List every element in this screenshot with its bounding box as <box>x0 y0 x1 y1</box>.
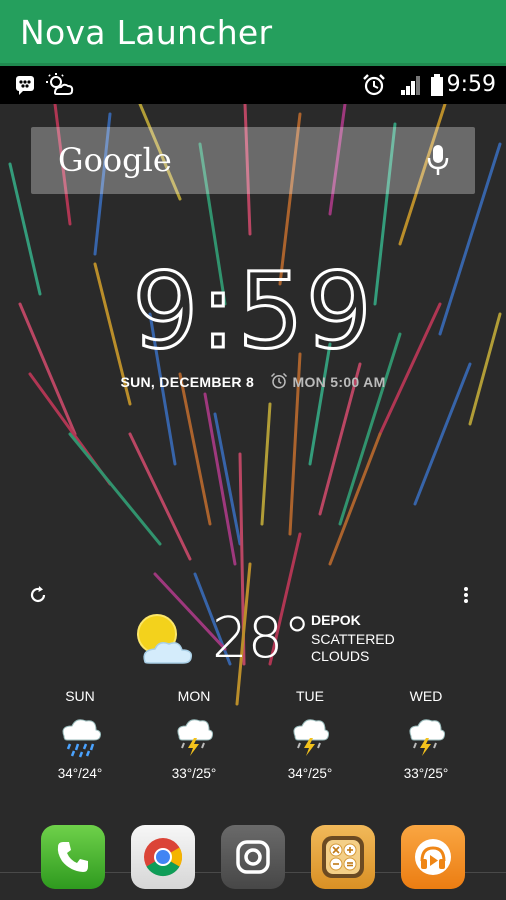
signal-bars-icon <box>400 66 422 104</box>
clock-hours: 9 <box>131 249 201 374</box>
forecast-day-label: MON <box>177 688 211 704</box>
camera-icon <box>235 839 271 880</box>
partly-cloudy-icon <box>46 66 74 104</box>
refresh-icon[interactable] <box>28 585 48 610</box>
google-search-bar[interactable]: Google <box>31 127 475 194</box>
condition-line-1: SCATTERED <box>311 631 395 647</box>
forecast-range: 33°/25° <box>403 766 449 781</box>
forecast-range: 34°/25° <box>287 766 333 781</box>
forecast-range: 34°/24° <box>57 766 103 781</box>
forecast-day-label: TUE <box>296 688 324 704</box>
app-title-bar: Nova Launcher <box>0 0 506 66</box>
forecast-day: WED 33°/25° <box>381 688 471 781</box>
dock-calculator-app[interactable] <box>311 825 375 889</box>
forecast-day: TUE 34°/25° <box>265 688 355 781</box>
forecast-range: 33°/25° <box>171 766 217 781</box>
overflow-menu-icon[interactable] <box>462 585 470 610</box>
forecast-day: MON 33°/25° <box>149 688 239 781</box>
condition-line-2: CLOUDS <box>311 648 370 664</box>
forecast-day-label: SUN <box>65 688 95 704</box>
clock-date: SUN, DECEMBER 8 <box>120 374 255 390</box>
thunderstorm-icon <box>381 712 471 762</box>
headphones-icon <box>413 837 453 882</box>
google-logo-text: Google <box>58 141 172 179</box>
clock-minutes: 59 <box>236 249 374 374</box>
rain-cloud-icon <box>35 712 125 762</box>
alarm-clock-icon <box>362 66 386 104</box>
calculator-icon <box>319 833 367 886</box>
weather-condition: SCATTERED CLOUDS <box>311 631 421 665</box>
forecast-day: SUN 34°/24° <box>35 688 125 781</box>
sun-cloud-icon <box>133 612 197 673</box>
status-bar: 9:59 <box>0 66 506 104</box>
next-alarm-label: MON 5:00 AM <box>292 374 386 390</box>
clock-widget[interactable]: 9:59 <box>0 249 506 374</box>
chrome-icon <box>143 837 183 882</box>
date-line: SUN, DECEMBER 8 MON 5:00 AM <box>0 372 506 393</box>
bbm-chat-icon <box>14 66 36 104</box>
status-time: 9:59 <box>446 72 496 97</box>
dock-music-app[interactable] <box>401 825 465 889</box>
thunderstorm-icon <box>265 712 355 762</box>
battery-icon <box>430 66 444 104</box>
microphone-icon[interactable] <box>427 144 449 181</box>
alarm-small-icon <box>270 372 288 393</box>
app-title: Nova Launcher <box>20 13 273 52</box>
dock-camera-app[interactable] <box>221 825 285 889</box>
dock-phone-app[interactable] <box>41 825 105 889</box>
dock-chrome-app[interactable] <box>131 825 195 889</box>
clock-colon: : <box>199 249 238 374</box>
forecast-day-label: WED <box>409 688 443 704</box>
phone-icon <box>55 839 91 880</box>
weather-location: DEPOK <box>311 612 361 628</box>
current-temperature: 28° <box>212 606 312 671</box>
thunderstorm-icon <box>149 712 239 762</box>
next-alarm[interactable]: MON 5:00 AM <box>270 372 386 393</box>
